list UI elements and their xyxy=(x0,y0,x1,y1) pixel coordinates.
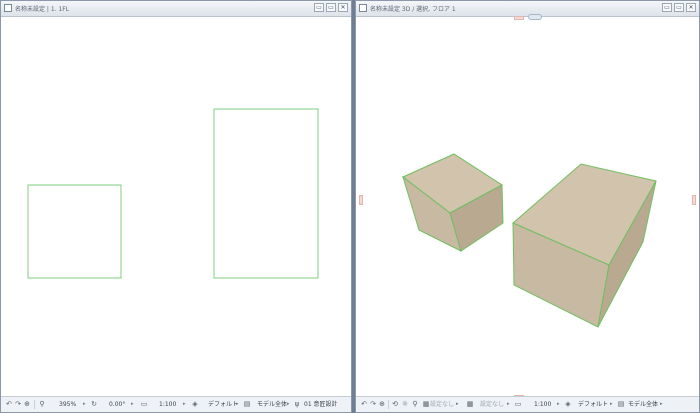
angle-dropdown-icon[interactable]: ▸ xyxy=(131,400,134,409)
orbit-icon[interactable]: ⟲ xyxy=(391,400,399,408)
floor-plan-window[interactable]: 名称未設定 | 1. 1FL ▭ ▭ ✕ ↶ ↷ ⊕ ⚲ 395% ▸ ↻ 0.… xyxy=(0,0,352,413)
layer-combo[interactable]: デフォルト xyxy=(208,400,238,409)
model-view-icon[interactable]: ▤ xyxy=(617,400,625,408)
undo-icon[interactable]: ↶ xyxy=(5,400,13,408)
model-view-dropdown-icon[interactable]: ▸ xyxy=(660,400,663,409)
layer-icon[interactable]: ◈ xyxy=(191,400,199,408)
scale-value[interactable]: 1:100 xyxy=(159,400,176,409)
window-icon xyxy=(4,4,12,12)
model-view-dropdown-icon[interactable]: ▸ xyxy=(287,400,290,409)
close-button[interactable]: ✕ xyxy=(686,3,696,12)
floor-plan-title: 名称未設定 | 1. 1FL xyxy=(15,6,70,13)
floor-plan-statusbar: ↶ ↷ ⊕ ⚲ 395% ▸ ↻ 0.00° ▸ ▭ 1:100 ▸ ◈ デフォ… xyxy=(1,396,351,412)
3d-scene xyxy=(402,153,657,328)
zoom-in-icon[interactable]: ⊕ xyxy=(23,400,31,408)
model-view[interactable]: モデル全体 xyxy=(628,400,658,409)
3d-view-title: 名称未設定 3D / 選択, フロア 1 xyxy=(370,6,456,13)
redo-icon[interactable]: ↷ xyxy=(14,400,22,408)
layer-combo[interactable]: デフォルト xyxy=(578,400,608,409)
left-edge-handle[interactable] xyxy=(359,195,363,205)
layer-dropdown-icon[interactable]: ▸ xyxy=(610,400,613,409)
navigator-icon[interactable] xyxy=(528,14,542,20)
filter1-dropdown-icon[interactable]: ▸ xyxy=(456,400,459,409)
camera-icon[interactable]: ⚲ xyxy=(411,400,419,408)
scale-dropdown-icon[interactable]: ▸ xyxy=(557,400,560,409)
element-outline-square xyxy=(27,184,122,279)
filter1-value[interactable]: 設定なし xyxy=(430,400,454,409)
window-icon xyxy=(359,4,367,12)
filter2-dropdown-icon[interactable]: ▸ xyxy=(507,400,510,409)
walk-icon[interactable]: ☼ xyxy=(401,400,409,408)
right-edge-handle[interactable] xyxy=(692,195,696,205)
scale-dropdown-icon[interactable]: ▸ xyxy=(183,400,186,409)
filter2-icon[interactable]: ▦ xyxy=(466,400,474,408)
floor-plan-drawing xyxy=(27,108,319,279)
minimize-button[interactable]: ▭ xyxy=(314,3,324,12)
rotate-icon[interactable]: ↻ xyxy=(90,400,98,408)
renovation-filter[interactable]: 01 意匠設計 xyxy=(304,400,338,409)
filter2-value[interactable]: 設定なし xyxy=(480,400,504,409)
undo-icon[interactable]: ↶ xyxy=(360,400,368,408)
3d-view-statusbar: ↶ ↷ ⊕ ⟲ ☼ ⚲ ▦ 設定なし ▸ ▦ 設定なし ▸ ▭ 1:100 ▸ … xyxy=(356,396,699,412)
zoom-dropdown-icon[interactable]: ▸ xyxy=(83,400,86,409)
minimize-button[interactable]: ▭ xyxy=(662,3,672,12)
restore-button[interactable]: ▭ xyxy=(674,3,684,12)
layer-dropdown-icon[interactable]: ▸ xyxy=(236,400,239,409)
3d-view-canvas[interactable] xyxy=(356,17,699,399)
floor-plan-titlebar[interactable]: 名称未設定 | 1. 1FL ▭ ▭ ✕ xyxy=(1,1,351,17)
zoom-value[interactable]: 395% xyxy=(59,400,76,409)
redo-icon[interactable]: ↷ xyxy=(369,400,377,408)
restore-button[interactable]: ▭ xyxy=(326,3,336,12)
close-button[interactable]: ✕ xyxy=(338,3,348,12)
model-view-icon[interactable]: ▤ xyxy=(243,400,251,408)
zoom-icon[interactable]: ⚲ xyxy=(38,400,46,408)
floor-plan-canvas[interactable] xyxy=(1,17,351,397)
scale-icon[interactable]: ▭ xyxy=(140,400,148,408)
element-outline-tall xyxy=(213,108,319,279)
scale-icon[interactable]: ▭ xyxy=(514,400,522,408)
3d-view-window[interactable]: 名称未設定 3D / 選択, フロア 1 ▭ ▭ ✕ ↶ ↷ ⊕ ⟲ ☼ ⚲ ▦ xyxy=(355,0,700,413)
filter-icon[interactable]: ▦ xyxy=(422,400,430,408)
renovation-icon[interactable]: ψ xyxy=(293,400,301,408)
zoom-in-icon[interactable]: ⊕ xyxy=(378,400,386,408)
model-view[interactable]: モデル全体 xyxy=(257,400,287,409)
scale-value[interactable]: 1:100 xyxy=(534,400,551,409)
angle-value[interactable]: 0.00° xyxy=(109,400,125,409)
top-edge-handle[interactable] xyxy=(514,16,524,20)
layer-icon[interactable]: ◈ xyxy=(564,400,572,408)
